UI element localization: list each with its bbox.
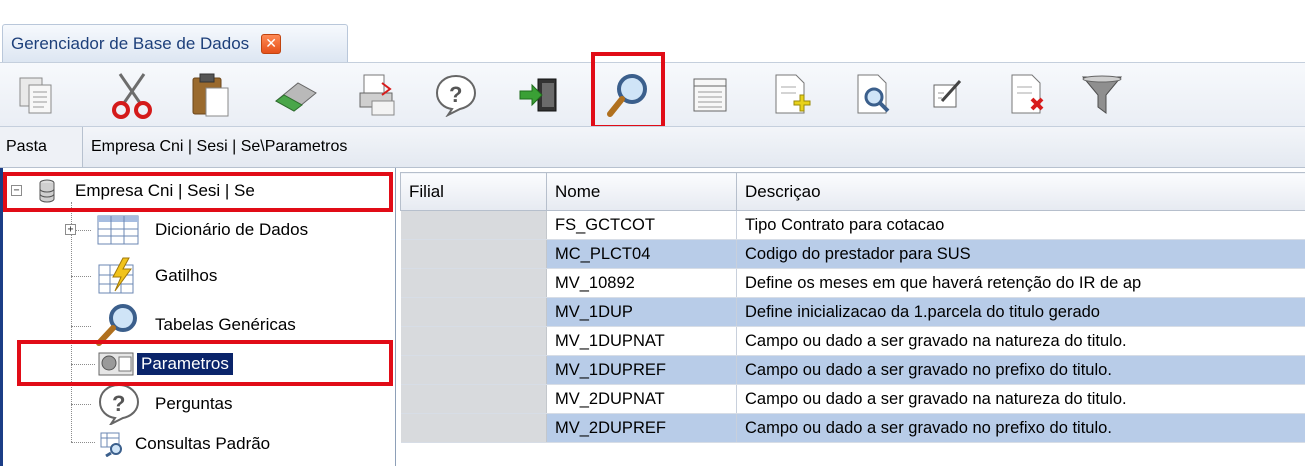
tab-database-manager[interactable]: Gerenciador de Base de Dados ✕ — [2, 24, 348, 62]
tab-title: Gerenciador de Base de Dados — [11, 33, 250, 53]
tree-connector — [71, 442, 95, 443]
cell-filial — [400, 210, 547, 240]
tree-item-label: Dicionário de Dados — [155, 220, 309, 239]
cell-nome: MV_10892 — [546, 268, 737, 298]
cell-descricao: Campo ou dado a ser gravado na natureza … — [736, 326, 1305, 356]
grid-icon — [97, 215, 139, 245]
cell-descricao: Codigo do prestador para SUS — [736, 239, 1305, 269]
cell-nome: MC_PLCT04 — [546, 239, 737, 269]
cell-descricao: Tipo Contrato para cotacao — [736, 210, 1305, 240]
cell-filial — [400, 239, 547, 269]
column-header-nome[interactable]: Nome — [546, 172, 737, 211]
eraser-icon[interactable] — [272, 71, 320, 119]
tree-item-perguntas[interactable]: ? Perguntas — [97, 382, 233, 426]
filter-icon[interactable] — [1078, 71, 1126, 119]
cell-descricao: Campo ou dado a ser gravado na natureza … — [736, 384, 1305, 414]
path-value: Empresa Cni | Sesi | Se\Parametros — [82, 127, 1305, 167]
cell-filial — [400, 268, 547, 298]
cell-nome: MV_2DUPREF — [546, 413, 737, 443]
table-icon[interactable] — [686, 71, 734, 119]
table-row[interactable]: MV_1DUPREF Campo ou dado a ser gravado n… — [400, 355, 1305, 385]
tree-item-dicionario[interactable]: Dicionário de Dados — [97, 214, 308, 246]
cell-filial — [400, 326, 547, 356]
paste-icon[interactable] — [186, 71, 234, 119]
table-row[interactable]: MV_10892 Define os meses em que haverá r… — [400, 268, 1305, 298]
tree-connector — [71, 202, 72, 442]
cell-descricao: Campo ou dado a ser gravado no prefixo d… — [736, 413, 1305, 443]
add-document-icon[interactable] — [768, 71, 816, 119]
cell-filial — [400, 297, 547, 327]
column-header-descricao[interactable]: Descriçao — [736, 172, 1305, 211]
cell-nome: FS_GCTCOT — [546, 210, 737, 240]
tree-item-label: Perguntas — [155, 394, 233, 413]
cell-descricao: Campo ou dado a ser gravado no prefixo d… — [736, 355, 1305, 385]
table-row[interactable]: MV_2DUPREF Campo ou dado a ser gravado n… — [400, 413, 1305, 443]
tree-panel: − Empresa Cni | Sesi | Se + Dicionário d… — [0, 168, 396, 466]
table-row[interactable]: MV_2DUPNAT Campo ou dado a ser gravado n… — [400, 384, 1305, 414]
tree-item-label: Consultas Padrão — [135, 434, 271, 453]
tree-item-gatilhos[interactable]: Gatilhos — [97, 256, 217, 296]
tree-item-consultas-padrao[interactable]: Consultas Padrão — [99, 430, 270, 458]
cell-filial — [400, 413, 547, 443]
svg-text:?: ? — [449, 82, 462, 107]
cell-descricao: Define os meses em que haverá retenção d… — [736, 268, 1305, 298]
tree-connector — [71, 326, 91, 327]
help-icon[interactable]: ? — [432, 71, 480, 119]
preview-document-icon[interactable] — [850, 71, 898, 119]
path-label: Pasta — [6, 138, 47, 155]
cell-descricao: Define inicializacao da 1.parcela do tit… — [736, 297, 1305, 327]
question-icon: ? — [98, 383, 140, 425]
parameters-grid: Filial Nome Descriçao FS_GCTCOT Tipo Con… — [400, 172, 1305, 466]
print-icon[interactable] — [354, 71, 402, 119]
svg-text:?: ? — [112, 391, 125, 416]
lightning-icon — [98, 257, 134, 294]
cell-nome: MV_1DUPNAT — [546, 326, 737, 356]
parametros-highlight-box — [17, 340, 393, 386]
tree-connector — [71, 404, 91, 405]
column-header-filial[interactable]: Filial — [400, 172, 547, 211]
search-highlight-box — [591, 52, 665, 129]
table-row[interactable]: FS_GCTCOT Tipo Contrato para cotacao — [400, 210, 1305, 240]
copy-icon[interactable] — [12, 71, 60, 119]
cell-filial — [400, 384, 547, 414]
cell-filial — [400, 355, 547, 385]
expand-dictionary-toggle[interactable]: + — [65, 224, 76, 235]
edit-icon[interactable] — [924, 71, 972, 119]
exit-icon[interactable] — [515, 71, 563, 119]
table-row[interactable]: MV_1DUPNAT Campo ou dado a ser gravado n… — [400, 326, 1305, 356]
query-icon — [100, 432, 122, 457]
table-row[interactable]: MC_PLCT04 Codigo do prestador para SUS — [400, 239, 1305, 269]
tree-connector — [71, 276, 91, 277]
cut-icon[interactable] — [108, 71, 156, 119]
close-icon[interactable]: ✕ — [261, 33, 282, 54]
tree-item-label: Tabelas Genéricas — [155, 315, 296, 334]
path-bar: Pasta Empresa Cni | Sesi | Se\Parametros — [0, 126, 1305, 168]
cell-nome: MV_2DUPNAT — [546, 384, 737, 414]
tree-item-label: Gatilhos — [155, 266, 218, 285]
cell-nome: MV_1DUP — [546, 297, 737, 327]
cell-nome: MV_1DUPREF — [546, 355, 737, 385]
root-highlight-box — [3, 172, 393, 212]
table-row[interactable]: MV_1DUP Define inicializacao da 1.parcel… — [400, 297, 1305, 327]
delete-document-icon[interactable] — [1004, 71, 1052, 119]
